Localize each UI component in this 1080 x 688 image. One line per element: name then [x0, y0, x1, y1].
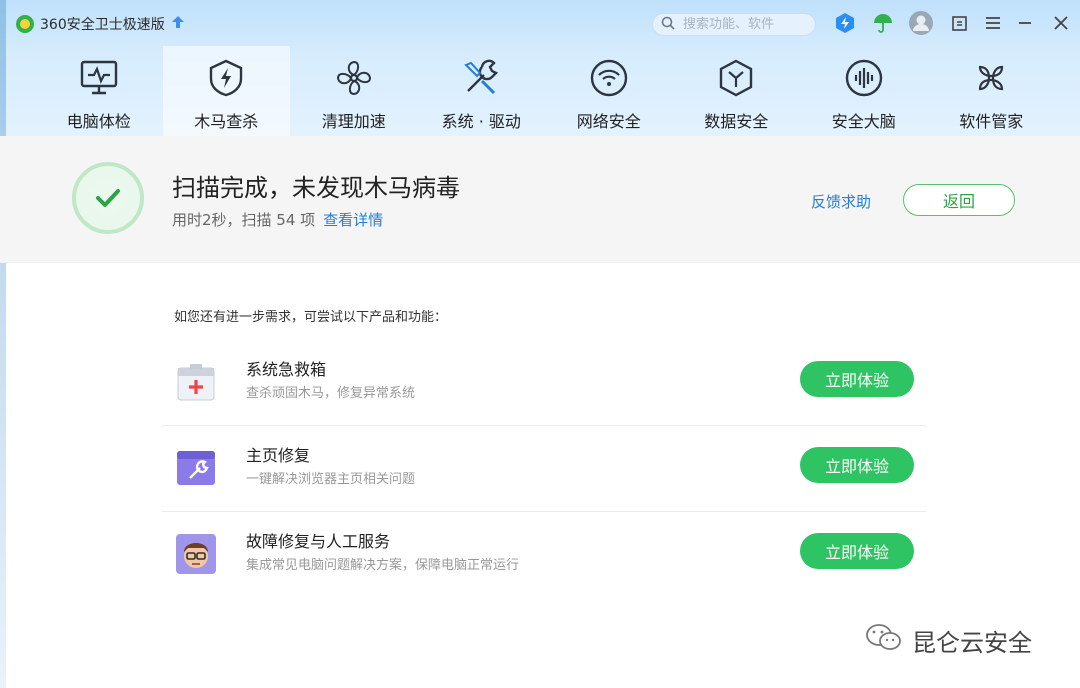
list-item: 主页修复 一键解决浏览器主页相关问题 立即体验: [162, 426, 926, 512]
hexagon-bolt-icon[interactable]: [832, 10, 858, 36]
item-name: 系统急救箱: [246, 360, 327, 379]
feedback-link[interactable]: 反馈求助: [811, 191, 871, 212]
soundwave-icon: [844, 58, 884, 98]
nav-item-cleanup[interactable]: 清理加速: [290, 46, 418, 136]
watermark-text: 昆仑云安全: [912, 628, 1032, 657]
umbrella-icon[interactable]: [870, 10, 896, 36]
nav-label: 清理加速: [321, 112, 386, 131]
view-details-link[interactable]: 查看详情: [323, 209, 383, 230]
monitor-pulse-icon: [79, 58, 119, 98]
upgrade-arrow-icon[interactable]: [171, 15, 185, 33]
window-edge: [0, 0, 6, 688]
support-agent-icon: [174, 532, 218, 576]
hexagon-y-icon: [716, 58, 756, 98]
item-desc: 集成常见电脑问题解决方案，保障电脑正常运行: [246, 558, 520, 573]
menu-icon[interactable]: [980, 10, 1006, 36]
item-desc: 一键解决浏览器主页相关问题: [246, 472, 416, 487]
nav-item-data-security[interactable]: 数据安全: [673, 46, 801, 136]
item-name: 主页修复: [246, 446, 311, 465]
main-nav: 电脑体检 木马查杀 清理加速 系统 · 驱动 网络安全 数据安全 安全大脑 软件…: [35, 46, 1055, 136]
fan-icon: [334, 58, 374, 98]
shield-bolt-icon: [206, 58, 246, 98]
close-icon[interactable]: [1048, 10, 1074, 36]
nav-item-security-brain[interactable]: 安全大脑: [800, 46, 928, 136]
search-input[interactable]: [681, 16, 805, 33]
nav-item-trojan-scan[interactable]: 木马查杀: [162, 46, 290, 136]
nav-item-pc-check[interactable]: 电脑体检: [35, 46, 163, 136]
note-edit-icon[interactable]: [947, 10, 973, 36]
four-petal-icon: [971, 58, 1011, 98]
nav-label: 数据安全: [704, 112, 769, 131]
search-box[interactable]: [652, 13, 816, 36]
check-icon: [72, 162, 144, 234]
nav-label: 电脑体检: [66, 112, 131, 131]
scan-result-subtitle: 用时2秒，扫描 54 项 查看详情: [172, 209, 383, 230]
nav-label: 木马查杀: [194, 112, 259, 131]
wrench-screwdriver-icon: [461, 58, 501, 98]
try-now-button[interactable]: 立即体验: [800, 533, 914, 569]
item-desc: 查杀顽固木马，修复异常系统: [246, 386, 416, 401]
nav-label: 安全大脑: [831, 112, 896, 131]
browser-wrench-icon: [174, 446, 218, 490]
nav-label: 网络安全: [576, 112, 641, 131]
list-item: 故障修复与人工服务 集成常见电脑问题解决方案，保障电脑正常运行 立即体验: [162, 512, 926, 598]
list-item: 系统急救箱 查杀顽固木马，修复异常系统 立即体验: [162, 340, 926, 426]
app-title: 360安全卫士极速版: [40, 17, 165, 33]
back-button[interactable]: 返回: [903, 184, 1015, 216]
wifi-icon: [589, 58, 629, 98]
nav-item-system-driver[interactable]: 系统 · 驱动: [418, 46, 546, 136]
watermark: 昆仑云安全: [864, 622, 1032, 658]
scan-time-text: 用时2秒，扫描 54 项: [172, 211, 316, 229]
scan-result-title: 扫描完成，未发现木马病毒: [172, 174, 460, 202]
minimize-icon[interactable]: [1012, 10, 1038, 36]
app-logo: [16, 15, 34, 33]
nav-label: 系统 · 驱动: [441, 112, 521, 131]
app-title-area: 360安全卫士极速版: [16, 12, 185, 36]
try-now-button[interactable]: 立即体验: [800, 361, 914, 397]
item-name: 故障修复与人工服务: [246, 532, 391, 551]
nav-item-software-manager[interactable]: 软件管家: [928, 46, 1056, 136]
avatar[interactable]: [908, 10, 934, 36]
search-icon: [661, 16, 675, 34]
nav-item-network-security[interactable]: 网络安全: [545, 46, 673, 136]
wechat-icon: [864, 622, 904, 658]
try-now-button[interactable]: 立即体验: [800, 447, 914, 483]
suggestions-intro: 如您还有进一步需求，可尝试以下产品和功能：: [174, 310, 448, 325]
first-aid-kit-icon: [174, 360, 218, 404]
nav-label: 软件管家: [959, 112, 1024, 131]
